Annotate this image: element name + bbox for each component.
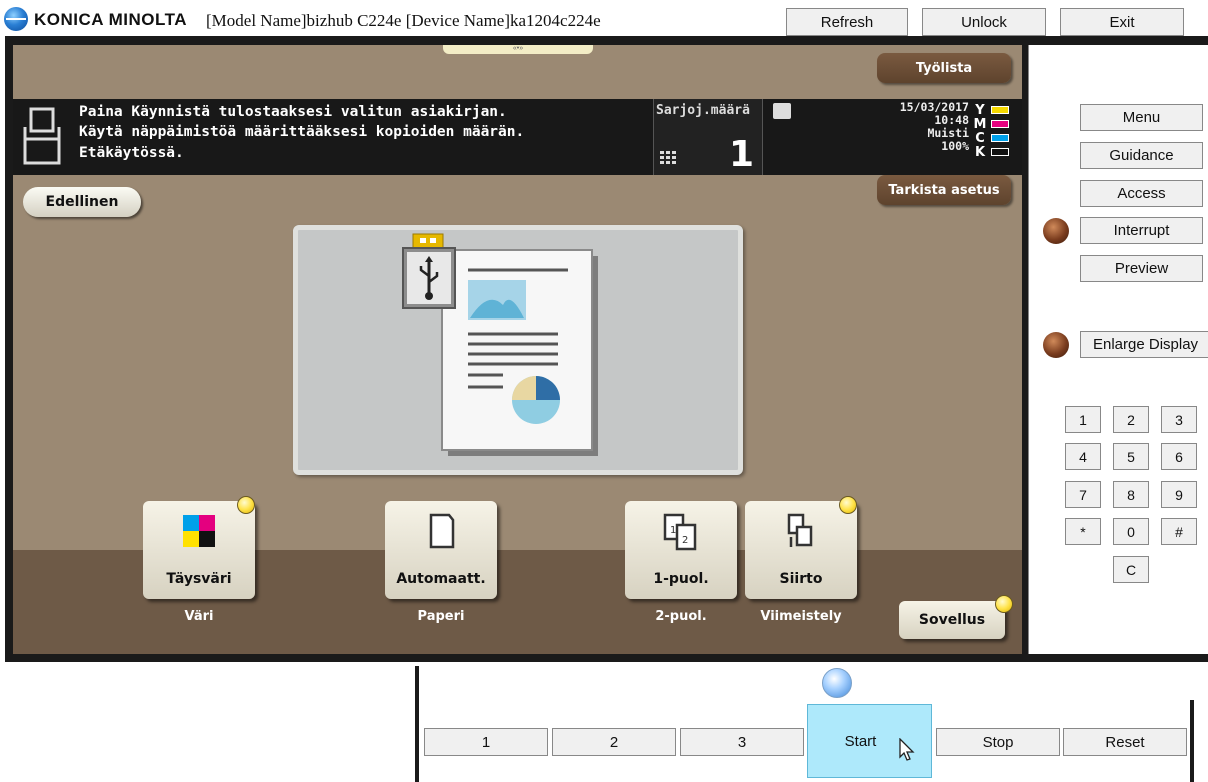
toner-row-c: C xyxy=(973,130,1017,146)
key-star[interactable]: * xyxy=(1065,518,1101,545)
header-bar: KONICA MINOLTA [Model Name]bizhub C224e … xyxy=(0,0,1208,38)
side-panel: Menu Guidance Access Interrupt Preview E… xyxy=(1028,45,1208,654)
color-mode-indicator xyxy=(237,496,255,514)
menu-button[interactable]: Menu xyxy=(1080,104,1203,131)
enlarge-led-icon xyxy=(1043,332,1069,358)
application-button[interactable]: Sovellus xyxy=(899,601,1005,639)
device-status-icon xyxy=(773,103,791,119)
finishing-icon xyxy=(787,513,813,547)
toner-letter: C xyxy=(975,130,985,146)
interrupt-button[interactable]: Interrupt xyxy=(1080,217,1203,244)
memory-value: 100% xyxy=(941,139,969,153)
key-6[interactable]: 6 xyxy=(1161,443,1197,470)
duplex-icon: 1 2 xyxy=(663,513,697,551)
finishing-caption: Viimeistely xyxy=(760,609,842,624)
exit-button[interactable]: Exit xyxy=(1060,8,1184,36)
key-9[interactable]: 9 xyxy=(1161,481,1197,508)
start-led-icon xyxy=(822,668,852,698)
copy-count-value: 1 xyxy=(728,134,754,175)
panel-handle[interactable]: «•» xyxy=(443,45,593,54)
duplex-label: 1-puol. xyxy=(653,571,709,587)
status-info: 15/03/2017 10:48 Muisti 100% xyxy=(873,101,969,153)
brand-name: KONICA MINOLTA xyxy=(34,10,188,29)
key-3[interactable]: 3 xyxy=(1161,406,1197,433)
memory-button-3[interactable]: 3 xyxy=(680,728,804,756)
key-8[interactable]: 8 xyxy=(1113,481,1149,508)
copy-count-box[interactable]: Sarjoj.määrä 1 xyxy=(653,99,763,175)
color-mode-button[interactable]: Täysväri xyxy=(143,501,255,599)
reset-button[interactable]: Reset xyxy=(1063,728,1187,756)
access-button[interactable]: Access xyxy=(1080,180,1203,207)
usb-document-illustration xyxy=(402,233,598,456)
toner-bar-cyan xyxy=(991,134,1009,142)
color-mode-label: Täysväri xyxy=(166,571,232,587)
duplex-button[interactable]: 1 2 1-puol. xyxy=(625,501,737,599)
guidance-button[interactable]: Guidance xyxy=(1080,142,1203,169)
message-line-1: Paina Käynnistä tulostaaksesi valitun as… xyxy=(79,104,507,120)
finishing-label: Siirto xyxy=(779,571,823,587)
color-caption: Väri xyxy=(184,609,214,624)
svg-text:1: 1 xyxy=(670,525,676,536)
toner-bar-black xyxy=(991,148,1009,156)
finishing-button[interactable]: Siirto xyxy=(745,501,857,599)
toner-levels: Y M C K xyxy=(973,102,1017,160)
message-bar: Paina Käynnistä tulostaaksesi valitun as… xyxy=(13,99,1022,175)
copy-count-label: Sarjoj.määrä xyxy=(656,103,750,118)
keypad-icon xyxy=(660,151,676,164)
clear-key[interactable]: C xyxy=(1113,556,1149,583)
message-line-2: Käytä näppäimistöä määrittääksesi kopioi… xyxy=(79,124,525,140)
paper-button[interactable]: Automaatt. xyxy=(385,501,497,599)
paper-label: Automaatt. xyxy=(396,571,486,587)
memory-button-1[interactable]: 1 xyxy=(424,728,548,756)
key-5[interactable]: 5 xyxy=(1113,443,1149,470)
toner-letter: M xyxy=(973,116,987,132)
interrupt-led-icon xyxy=(1043,218,1069,244)
key-2[interactable]: 2 xyxy=(1113,406,1149,433)
key-4[interactable]: 4 xyxy=(1065,443,1101,470)
toner-letter: K xyxy=(974,144,986,160)
refresh-button[interactable]: Refresh xyxy=(786,8,908,36)
mouse-cursor-icon xyxy=(899,738,915,761)
message-line-3: Etäkäytössä. xyxy=(79,145,184,161)
paper-caption: Paperi xyxy=(417,609,465,624)
bottom-divider-right xyxy=(1190,700,1194,782)
paper-icon xyxy=(429,513,455,549)
finishing-indicator xyxy=(839,496,857,514)
toner-bar-magenta xyxy=(991,120,1009,128)
toner-row-k: K xyxy=(973,144,1017,160)
check-settings-button[interactable]: Tarkista asetus xyxy=(877,175,1011,205)
job-list-button[interactable]: Työlista xyxy=(877,53,1011,83)
key-0[interactable]: 0 xyxy=(1113,518,1149,545)
svg-text:2: 2 xyxy=(682,535,688,546)
toner-row-y: Y xyxy=(973,102,1017,118)
toner-letter: Y xyxy=(975,102,985,118)
document-preview xyxy=(293,225,743,475)
konica-logo-icon xyxy=(4,7,28,31)
device-info: [Model Name]bizhub C224e [Device Name]ka… xyxy=(206,11,601,30)
preview-button[interactable]: Preview xyxy=(1080,255,1203,282)
memory-button-2[interactable]: 2 xyxy=(552,728,676,756)
bottom-divider-left xyxy=(415,666,419,782)
application-indicator xyxy=(995,595,1013,613)
printer-icon xyxy=(23,107,61,165)
key-hash[interactable]: # xyxy=(1161,518,1197,545)
duplex-caption: 2-puol. xyxy=(655,609,707,624)
key-7[interactable]: 7 xyxy=(1065,481,1101,508)
enlarge-display-button[interactable]: Enlarge Display xyxy=(1080,331,1208,358)
key-1[interactable]: 1 xyxy=(1065,406,1101,433)
start-label: Start xyxy=(844,732,877,750)
toner-row-m: M xyxy=(973,116,1017,132)
stop-button[interactable]: Stop xyxy=(936,728,1060,756)
touch-screen: «•» Työlista Paina Käynnistä tulostaakse… xyxy=(13,45,1022,654)
unlock-button[interactable]: Unlock xyxy=(922,8,1046,36)
color-squares-icon xyxy=(183,515,215,547)
back-button[interactable]: Edellinen xyxy=(23,187,141,217)
toner-bar-yellow xyxy=(991,106,1009,114)
